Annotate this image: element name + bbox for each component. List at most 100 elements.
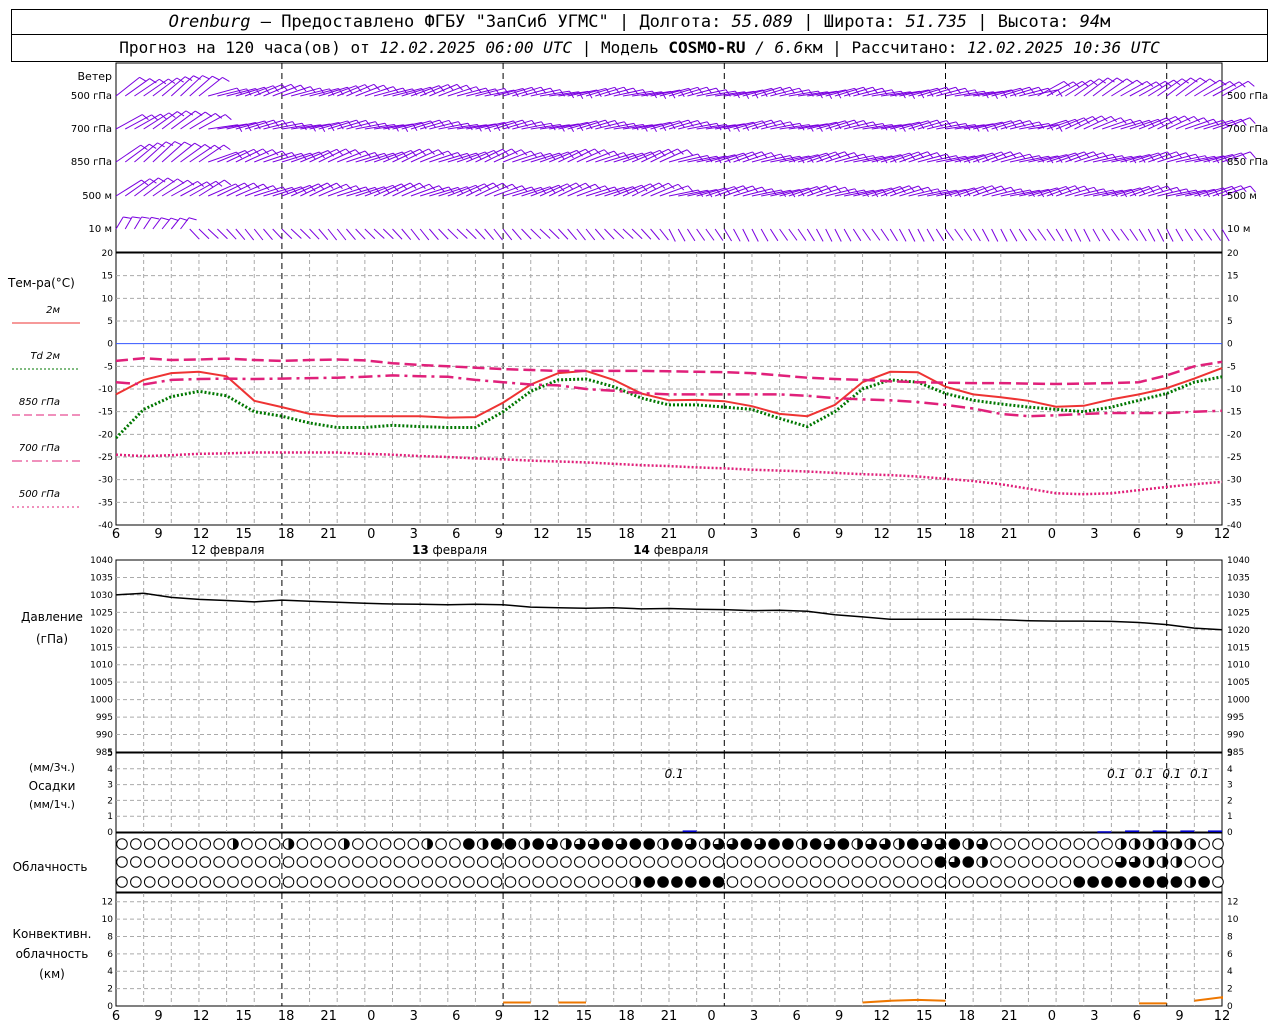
wind-barb-staff bbox=[1184, 78, 1211, 97]
y-tick-left: 1010 bbox=[90, 661, 113, 671]
y-tick-left: 20 bbox=[102, 249, 114, 259]
wind-barb-staff bbox=[871, 228, 881, 241]
wind-barb-staff bbox=[604, 186, 634, 197]
legend-label: 2м bbox=[46, 305, 60, 316]
cloud-symbol bbox=[393, 838, 406, 850]
hour-label: 12 bbox=[873, 527, 890, 542]
wind-barb-flag bbox=[184, 141, 192, 147]
cloud-symbol bbox=[560, 876, 572, 888]
cloud-symbol bbox=[241, 856, 253, 868]
hour-label: 9 bbox=[154, 1009, 162, 1024]
y-tick-left: 1035 bbox=[90, 573, 113, 583]
cloud-fill-full bbox=[1073, 876, 1085, 888]
cloud-symbol bbox=[185, 838, 198, 850]
cloud-symbol bbox=[282, 876, 295, 888]
wind-barb-staff bbox=[714, 228, 724, 241]
y-tick-left: -35 bbox=[98, 498, 113, 508]
cloud-symbol bbox=[449, 838, 461, 850]
hour-label: 6 bbox=[452, 1009, 460, 1024]
wind-barb-staff bbox=[963, 228, 973, 241]
hour-label: 21 bbox=[320, 1009, 337, 1024]
y-tick-right: -10 bbox=[1227, 385, 1242, 395]
wind-barb-staff bbox=[576, 228, 586, 241]
cloud-symbol bbox=[324, 856, 336, 868]
cloud-symbol bbox=[490, 876, 503, 888]
wind-barb-staff bbox=[152, 178, 178, 197]
cloud-symbol bbox=[768, 856, 780, 868]
wind-barb-staff bbox=[180, 75, 203, 97]
y-tick-right: 5 bbox=[1227, 749, 1233, 759]
wind-barb-staff bbox=[189, 75, 213, 97]
meteogram-chart: 20 2015 1510 105 50 0-5 -5-10 -10-15 -15-20 -20-2… bbox=[7, 62, 1268, 1024]
wind-barb-staff bbox=[1037, 154, 1067, 163]
cloud-symbol bbox=[435, 838, 447, 850]
wind-barb-staff bbox=[797, 228, 807, 241]
wind-barb-staff bbox=[705, 154, 736, 163]
wind-barb-staff bbox=[530, 228, 542, 240]
hour-label: 12 bbox=[533, 527, 550, 542]
cloud-symbol bbox=[795, 856, 808, 868]
cloud-symbol bbox=[1198, 838, 1210, 850]
wind-barb-flag bbox=[188, 217, 197, 221]
cloud-symbol bbox=[962, 876, 975, 888]
cloud-symbol bbox=[587, 856, 600, 868]
wind-barb-staff bbox=[1046, 118, 1076, 130]
wind-barb-flag bbox=[224, 114, 232, 121]
y-tick-right: 1030 bbox=[1227, 591, 1250, 601]
wind-barb-staff bbox=[954, 154, 984, 163]
y-tick-right: 2 bbox=[1227, 796, 1233, 806]
cloud-symbol bbox=[851, 856, 864, 868]
cloud-symbol bbox=[601, 876, 614, 888]
cloud-fill-part bbox=[288, 838, 294, 850]
wind-barb-staff bbox=[382, 228, 394, 240]
hour-label: 18 bbox=[618, 1009, 635, 1024]
hour-label: 6 bbox=[112, 527, 120, 542]
wind-barb-staff bbox=[493, 228, 503, 241]
cloud-symbol bbox=[657, 856, 669, 868]
date-label: 14 февраля bbox=[633, 543, 708, 557]
cloud-symbol bbox=[546, 856, 558, 868]
wind-barb-staff bbox=[1212, 228, 1221, 241]
wind-barb-staff bbox=[650, 228, 660, 241]
wind-barb-staff bbox=[871, 154, 901, 163]
precip-bar bbox=[1152, 830, 1167, 832]
cloud-symbol bbox=[324, 876, 336, 888]
hour-label: 6 bbox=[792, 527, 800, 542]
cloud-symbol bbox=[352, 856, 364, 868]
cloud-symbol bbox=[435, 856, 447, 868]
cloud-fill-part bbox=[968, 838, 974, 850]
cloud-fill-part bbox=[704, 838, 710, 850]
cloud-symbol bbox=[254, 856, 267, 868]
cloud-symbol bbox=[213, 876, 225, 888]
cloud-symbol bbox=[1059, 856, 1072, 868]
cloud-fill-full bbox=[782, 838, 794, 850]
cloud-symbol bbox=[213, 856, 225, 868]
wind-barb-flag bbox=[223, 144, 231, 151]
hour-label: 12 bbox=[533, 1009, 550, 1024]
cloud-symbol bbox=[601, 856, 614, 868]
wind-barb-staff bbox=[640, 228, 652, 240]
cloud-symbol bbox=[629, 856, 642, 868]
cloud-symbol bbox=[1073, 838, 1086, 850]
wind-barb-staff bbox=[825, 228, 833, 242]
cloud-symbol bbox=[906, 856, 919, 868]
hour-label: 9 bbox=[835, 1009, 843, 1024]
precip-bar bbox=[1097, 831, 1112, 833]
cloud-symbol bbox=[795, 876, 808, 888]
wind-barb-staff bbox=[428, 228, 439, 240]
cloud-symbol bbox=[227, 856, 239, 868]
cloud-fill-full bbox=[949, 838, 960, 850]
wind-barb-staff bbox=[318, 228, 329, 241]
y-tick-left: -15 bbox=[98, 408, 113, 418]
wind-barb-staff bbox=[392, 228, 403, 240]
y-tick-right: -5 bbox=[1227, 362, 1236, 372]
hour-label: 6 bbox=[1133, 1009, 1141, 1024]
wind-barb-staff bbox=[170, 142, 195, 163]
y-tick-right: -30 bbox=[1227, 476, 1242, 486]
wind-barb-staff bbox=[631, 228, 643, 240]
cloud-symbols-layer bbox=[116, 838, 1224, 888]
wind-barb-staff bbox=[972, 228, 981, 242]
precip-title: Осадки bbox=[29, 779, 76, 793]
hour-label: 0 bbox=[367, 527, 375, 542]
wind-barb-flag bbox=[170, 217, 179, 221]
